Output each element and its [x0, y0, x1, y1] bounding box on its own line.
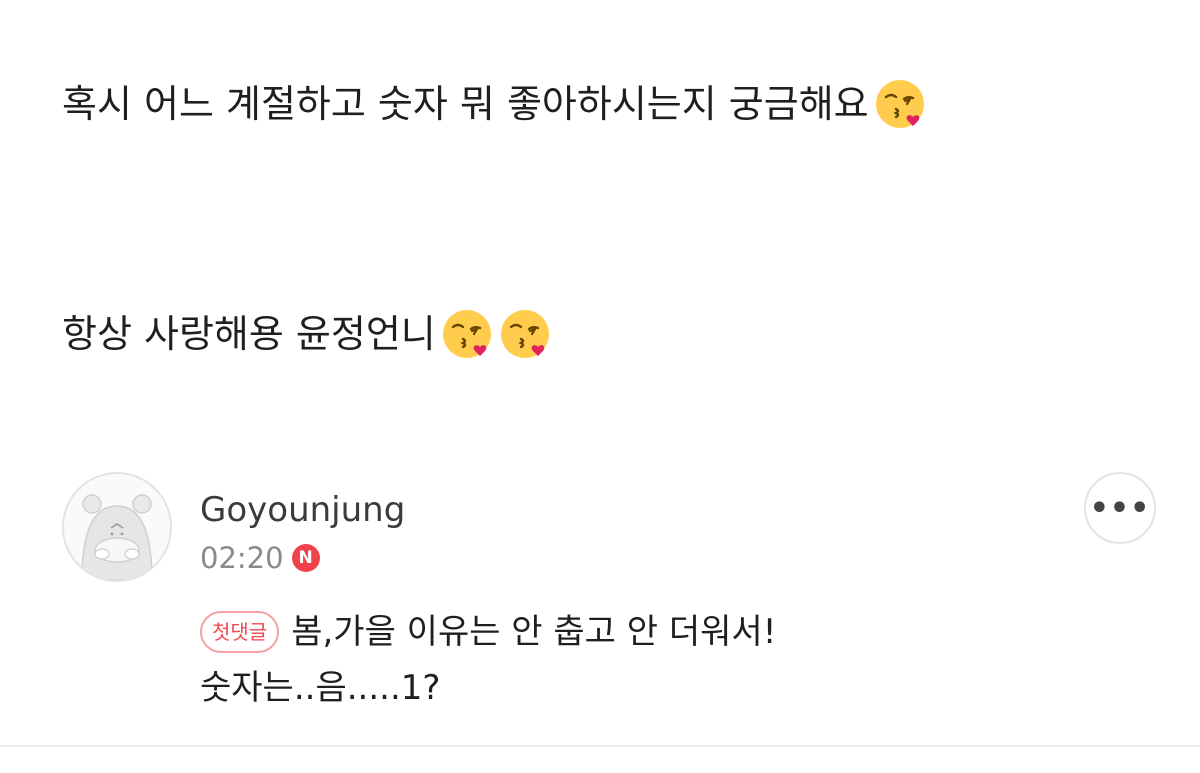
face-blowing-kiss-icon	[873, 77, 927, 131]
comment-body: 첫댓글 봄,가을 이유는 안 춥고 안 더워서! 숫자는..음.....1?	[200, 604, 1060, 716]
comment-meta: 02:20 N	[200, 540, 320, 576]
post-line-1-text: 혹시 어느 계절하고 숫자 뭐 좋아하시는지 궁금해요	[62, 82, 869, 126]
face-blowing-kiss-icon	[440, 307, 494, 361]
avatar[interactable]	[62, 472, 172, 582]
post-text-line-1: 혹시 어느 계절하고 숫자 뭐 좋아하시는지 궁금해요	[62, 77, 927, 131]
post-line-2-text: 항상 사랑해용 윤정언니	[62, 312, 436, 356]
first-comment-badge: 첫댓글	[200, 611, 280, 653]
divider	[0, 745, 1200, 747]
comment-author[interactable]: Goyounjung	[200, 488, 405, 532]
hamster-avatar-icon	[64, 474, 170, 580]
comment-line-2: 숫자는..음.....1?	[200, 660, 1060, 716]
comment-text-line-2: 숫자는..음.....1?	[200, 668, 441, 708]
new-badge: N	[291, 544, 320, 572]
page: 혹시 어느 계절하고 숫자 뭐 좋아하시는지 궁금해요 항상 사랑해용 윤정언니	[0, 0, 1200, 773]
comment-time: 02:20	[200, 541, 284, 575]
more-options-button[interactable]: •••	[1084, 472, 1156, 544]
more-icon: •••	[1089, 490, 1151, 526]
face-blowing-kiss-icon	[498, 307, 552, 361]
post-text-line-2: 항상 사랑해용 윤정언니	[62, 307, 552, 361]
comment-line-1: 첫댓글 봄,가을 이유는 안 춥고 안 더워서!	[200, 604, 1060, 660]
comment-text-line-1: 봄,가을 이유는 안 춥고 안 더워서!	[291, 612, 777, 652]
